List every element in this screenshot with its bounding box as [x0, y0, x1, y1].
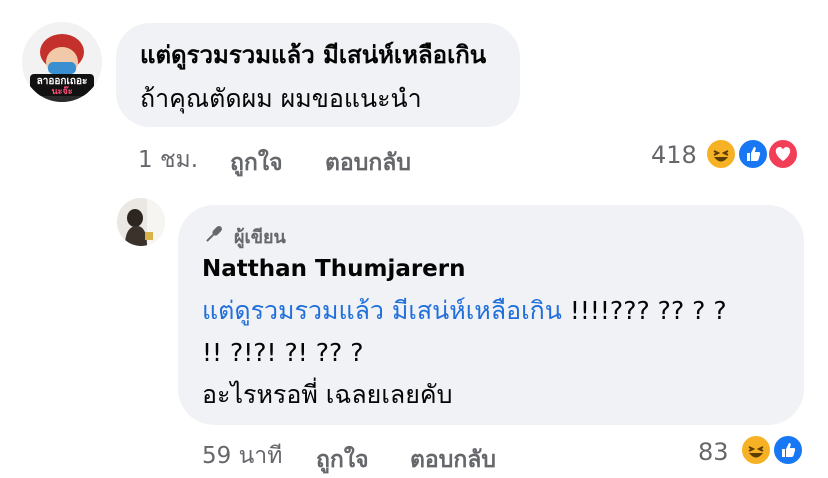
reply-line-2: !! ?!?! ?! ?? ? — [202, 338, 364, 367]
reply-reaction-count[interactable]: 83 — [698, 438, 729, 466]
haha-icon — [705, 138, 737, 170]
like-icon — [737, 138, 769, 170]
reply-reactions[interactable] — [740, 432, 810, 468]
reply-line-3: อะไรหรอพี่ เฉลยเลยคับ — [202, 380, 453, 409]
author-badge: ผู้เขียน — [234, 227, 286, 248]
reply-line-1-rest: !!!!??? ?? ? ? — [561, 296, 727, 325]
comment-reaction-count[interactable]: 418 — [651, 141, 697, 169]
comment-like-button[interactable]: ถูกใจ — [230, 145, 283, 181]
reply-like-button[interactable]: ถูกใจ — [316, 442, 369, 478]
comment-reactions[interactable] — [705, 136, 805, 172]
comment-reply-button[interactable]: ตอบกลับ — [325, 145, 411, 181]
comment-line-1: แต่ดูรวมรวมแล้ว มีเสน่ห์เหลือเกิน — [140, 41, 487, 69]
comment-timestamp[interactable]: 1 ชม. — [138, 142, 198, 178]
haha-icon — [740, 434, 772, 466]
avatar-caption-top: ลาออกเถอะ — [36, 76, 88, 87]
commenter-avatar[interactable]: ลาออกเถอะ นะจ๊ะ — [22, 22, 102, 102]
comment-line-2: ถ้าคุณตัดผม ผมขอแนะนำ — [140, 84, 422, 113]
like-icon — [772, 434, 804, 466]
microphone-icon — [202, 222, 226, 246]
avatar-photo — [117, 198, 165, 246]
quoted-comment-link[interactable]: แต่ดูรวมรวมแล้ว มีเสน่ห์เหลือเกิน — [202, 296, 562, 325]
reply-reply-button[interactable]: ตอบกลับ — [410, 442, 496, 478]
reply-timestamp[interactable]: 59 นาที — [202, 438, 282, 474]
author-avatar[interactable] — [117, 198, 165, 246]
author-name[interactable]: Natthan Thumjarern — [202, 252, 466, 286]
avatar-caption-bottom: นะจ๊ะ — [51, 87, 73, 97]
love-icon — [767, 138, 799, 170]
